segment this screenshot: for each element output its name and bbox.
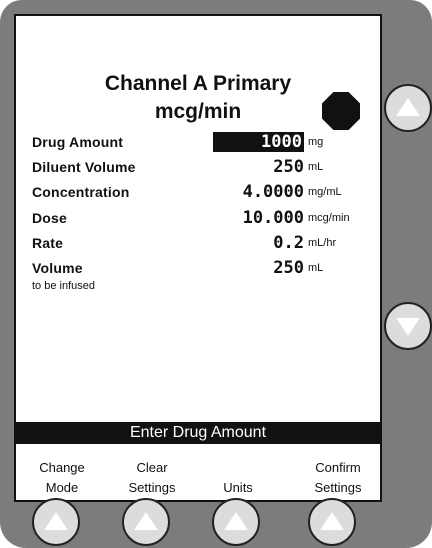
scroll-up-button[interactable] <box>384 84 432 132</box>
row-drug-amount[interactable]: Drug Amount 1000 mg <box>32 132 372 158</box>
row-unit: mL <box>308 161 324 173</box>
scroll-down-button[interactable] <box>384 302 432 350</box>
softkey-line: Confirm <box>315 460 361 475</box>
up-arrow-icon <box>396 98 420 117</box>
softkey-line <box>198 458 278 478</box>
row-unit: mg <box>308 136 324 148</box>
softkey-label-confirm-settings: Confirm Settings <box>298 458 378 498</box>
softkey-line: Change <box>39 460 85 475</box>
softkey-line: Clear <box>136 460 168 475</box>
volume-sublabel: to be infused <box>32 280 95 292</box>
stop-octagon-icon <box>322 92 360 130</box>
up-arrow-icon <box>44 512 68 531</box>
row-value: 250 <box>273 157 304 177</box>
row-concentration[interactable]: Concentration 4.0000 mg/mL <box>32 182 372 208</box>
row-label: Volume <box>32 260 83 276</box>
row-label: Rate <box>32 235 64 251</box>
pump-screen: Channel A Primary mcg/min Drug Amount 10… <box>14 14 382 502</box>
up-arrow-icon <box>224 512 248 531</box>
prompt-bar: Enter Drug Amount <box>16 422 380 444</box>
row-label: Drug Amount <box>32 134 124 150</box>
up-arrow-icon <box>320 512 344 531</box>
row-label: Concentration <box>32 184 130 200</box>
confirm-settings-button[interactable] <box>308 498 356 546</box>
softkey-line: Settings <box>128 480 176 495</box>
row-unit: mL <box>308 262 324 274</box>
row-rate[interactable]: Rate 0.2 mL/hr <box>32 233 372 259</box>
clear-settings-button[interactable] <box>122 498 170 546</box>
up-arrow-icon <box>134 512 158 531</box>
row-unit: mcg/min <box>308 212 350 224</box>
row-dose[interactable]: Dose 10.000 mcg/min <box>32 208 372 234</box>
row-value: 4.0000 <box>242 182 304 202</box>
row-value: 0.2 <box>273 233 304 253</box>
row-unit: mL/hr <box>308 237 337 249</box>
row-value: 250 <box>273 258 304 278</box>
softkey-line: Settings <box>314 480 362 495</box>
row-unit: mg/mL <box>308 186 342 198</box>
softkey-label-clear-settings: Clear Settings <box>112 458 192 498</box>
units-button[interactable] <box>212 498 260 546</box>
channel-title: Channel A Primary <box>104 72 292 95</box>
row-diluent-volume[interactable]: Diluent Volume 250 mL <box>32 157 372 183</box>
row-value: 10.000 <box>242 208 304 228</box>
down-arrow-icon <box>396 317 420 336</box>
softkey-label-change-mode: Change Mode <box>22 458 102 498</box>
softkey-line: Units <box>223 480 253 495</box>
row-label: Dose <box>32 210 68 226</box>
drug-amount-field[interactable]: 1000 <box>213 132 304 152</box>
softkey-line: Mode <box>45 480 79 495</box>
row-label: Diluent Volume <box>32 159 136 175</box>
softkey-label-units: Units <box>198 458 278 498</box>
change-mode-button[interactable] <box>32 498 80 546</box>
